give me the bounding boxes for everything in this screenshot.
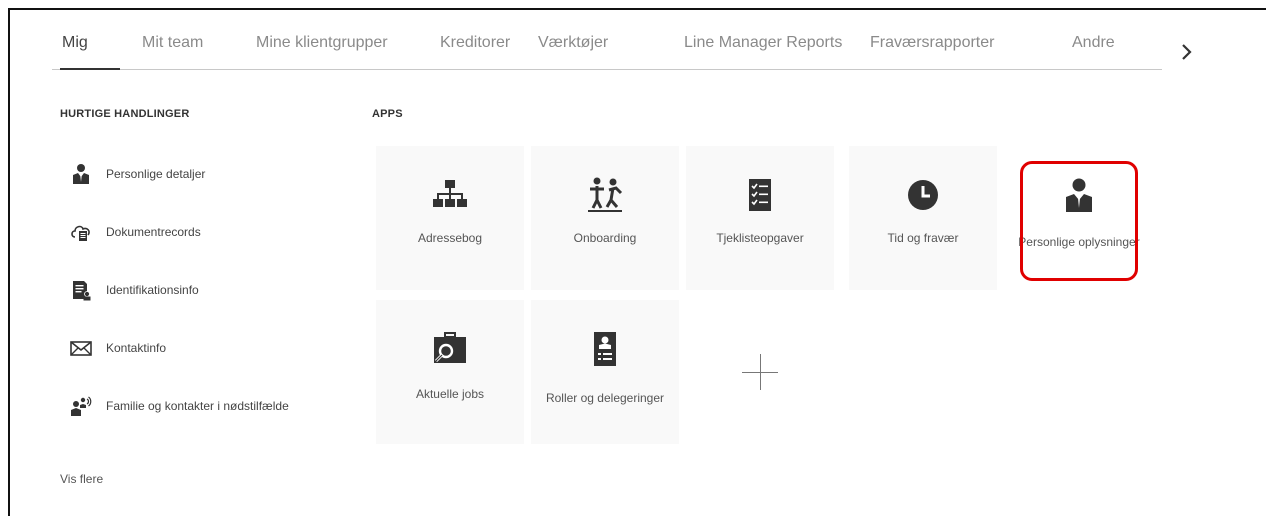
envelope-icon: [70, 341, 92, 356]
highlight-box: [1020, 161, 1138, 281]
plus-icon-vertical: [760, 354, 761, 390]
quick-action-familie-og-kontakter[interactable]: Familie og kontakter i nødstilfælde: [70, 394, 289, 418]
app-tile-roller-og-delegeringer[interactable]: Roller og delegeringer: [531, 300, 679, 444]
tab-mit-team[interactable]: Mit team: [142, 34, 203, 52]
app-tile-label: Aktuelle jobs: [415, 387, 485, 401]
org-chart-icon: [433, 180, 467, 207]
app-tile-label: Onboarding: [573, 231, 637, 245]
tab-line-manager-reports[interactable]: Line Manager Reports: [684, 34, 842, 52]
show-more-link[interactable]: Vis flere: [60, 472, 103, 486]
quick-action-label: Dokumentrecords: [106, 225, 201, 239]
chevron-right-icon[interactable]: [1178, 40, 1196, 64]
tab-mine-klientgrupper[interactable]: Mine klientgrupper: [256, 34, 388, 52]
tab-kreditorer[interactable]: Kreditorer: [440, 34, 510, 52]
app-tile-aktuelle-jobs[interactable]: Aktuelle jobs: [376, 300, 524, 444]
quick-action-kontaktinfo[interactable]: Kontaktinfo: [70, 336, 166, 360]
quick-action-label: Familie og kontakter i nødstilfælde: [106, 399, 289, 413]
tab-fravaersrapporter[interactable]: Fraværsrapporter: [870, 34, 994, 52]
app-tile-label: Tjeklisteopgaver: [716, 231, 804, 245]
apps-heading: APPS: [372, 108, 403, 120]
checklist-icon: [749, 179, 771, 211]
quick-action-label: Kontaktinfo: [106, 341, 167, 355]
app-tile-adressebog[interactable]: Adressebog: [376, 146, 524, 290]
quick-actions-heading: HURTIGE HANDLINGER: [60, 108, 190, 120]
app-tile-onboarding[interactable]: Onboarding: [531, 146, 679, 290]
app-tile-label: Tid og fravær: [887, 231, 959, 245]
quick-action-label: Personlige detaljer: [106, 167, 206, 181]
id-document-icon: [73, 281, 91, 301]
job-search-icon: [434, 332, 466, 363]
onboarding-people-icon: [588, 177, 623, 212]
tab-andre[interactable]: Andre: [1072, 34, 1115, 52]
app-tile-label: Adressebog: [417, 231, 483, 245]
app-tile-tid-og-fravaer[interactable]: Tid og fravær: [849, 146, 997, 290]
id-badge-icon: [594, 332, 616, 366]
person-icon: [73, 164, 89, 184]
cloud-document-icon: [71, 225, 90, 241]
quick-action-personlige-detaljer[interactable]: Personlige detaljer: [70, 162, 205, 186]
app-tile-tjeklisteopgaver[interactable]: Tjeklisteopgaver: [686, 146, 834, 290]
tab-bar: Mig Mit team Mine klientgrupper Kreditor…: [52, 30, 1162, 70]
tab-vaerktoejer[interactable]: Værktøjer: [538, 34, 608, 52]
quick-action-dokumentrecords[interactable]: Dokumentrecords: [70, 220, 201, 244]
active-tab-indicator: [60, 68, 120, 70]
clock-icon: [908, 180, 938, 210]
app-tile-label: Roller og delegeringer: [545, 391, 665, 405]
quick-action-label: Identifikationsinfo: [106, 283, 199, 297]
quick-action-identifikationsinfo[interactable]: Identifikationsinfo: [70, 278, 199, 302]
family-contacts-icon: [71, 396, 92, 416]
tab-mig[interactable]: Mig: [62, 34, 88, 52]
